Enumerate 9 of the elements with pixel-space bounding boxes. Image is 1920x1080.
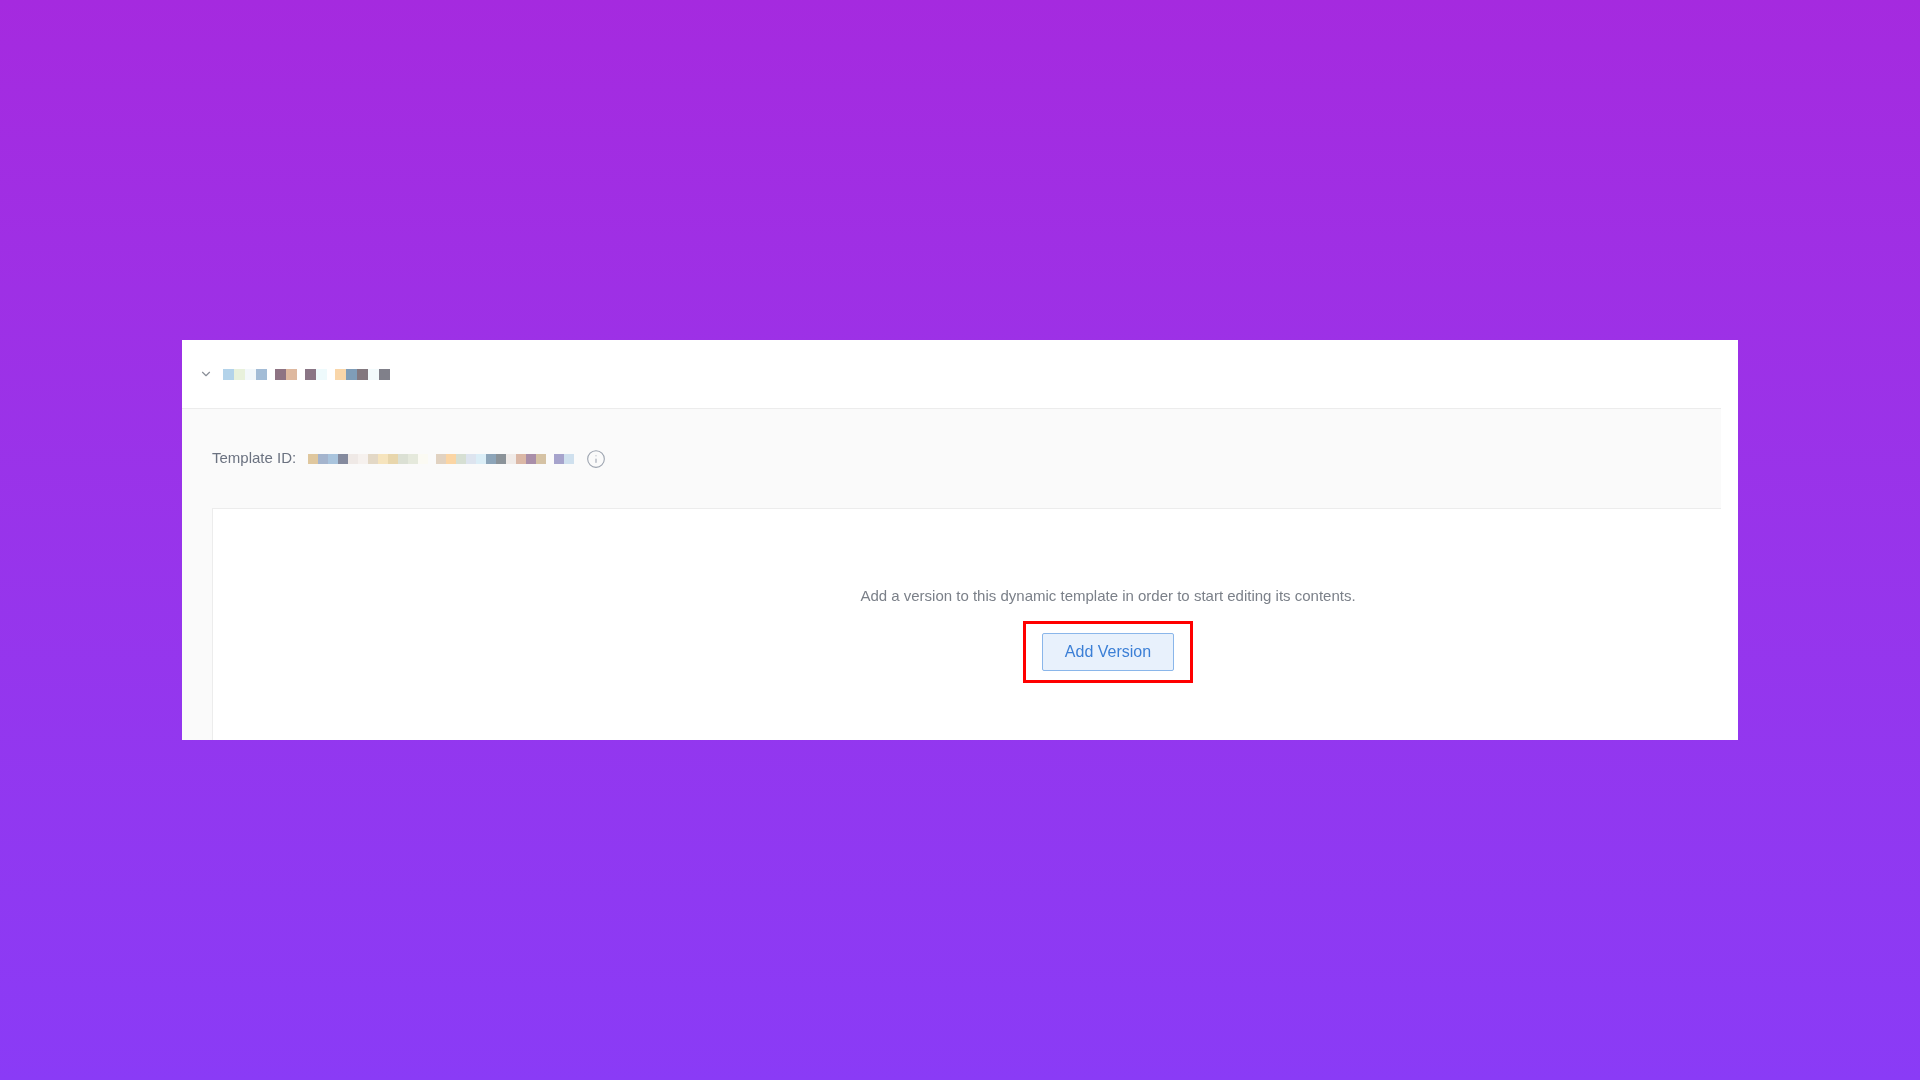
redacted-mosaic (275, 368, 297, 380)
redacted-mosaic (305, 368, 327, 380)
redacted-mosaic (335, 368, 390, 380)
redacted-mosaic (223, 368, 267, 380)
redacted-mosaic (554, 453, 575, 464)
add-version-button[interactable]: Add Version (1041, 632, 1175, 671)
empty-state-message: Add a version to this dynamic template in order to start editing its contents. (860, 586, 1356, 606)
info-icon[interactable] (586, 448, 607, 469)
template-id-label: Template ID: (212, 448, 297, 469)
